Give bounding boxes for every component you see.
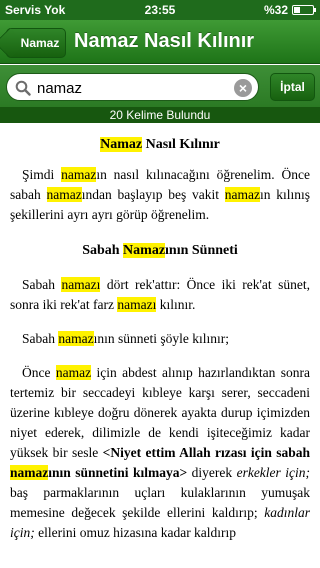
article-title: Namaz Nasıl Kılınır [10,135,310,155]
italic-text: erkekler için; [236,465,310,480]
back-button[interactable]: Namaz [6,28,66,58]
status-bar: Servis Yok 23:55 %32 [0,0,320,20]
search-highlight: namaz [55,365,92,380]
battery-fill [294,7,300,13]
text-run: Sabah [82,243,124,258]
paragraph: Sabah namazı dört rek'attır: Önce iki re… [10,275,310,315]
search-highlight: Namaz [123,243,166,258]
search-highlight: namaz [58,331,94,346]
search-highlight: namaz [46,187,82,202]
section-heading: Sabah Namazının Sünneti [10,241,310,261]
text-run: Şimdi [22,167,62,182]
back-button-label: Namaz [20,36,60,50]
bold-text: <Niyet ettim Allah rızası için sabah [102,445,310,460]
search-bar: × İptal [0,65,320,107]
clear-icon[interactable]: × [234,79,252,97]
paragraph: Sabah namazının sünneti şöyle kılınır; [10,329,310,349]
search-highlight: Namaz [100,137,143,152]
bold-text: ının sünnetini kılmaya> [48,465,188,480]
text-run: Önce [22,365,56,380]
battery-icon [292,5,316,15]
search-highlight: namaz [224,187,260,202]
search-highlight: namazı [61,277,101,292]
search-icon [15,80,31,96]
text-run: ının Sünneti [165,243,238,258]
text-run: diyerek [187,465,237,480]
results-count-banner: 20 Kelime Bulundu [0,107,320,123]
navigation-bar: Namaz Namaz Nasıl Kılınır [0,20,320,64]
paragraph: Önce namaz için abdest alınıp hazırlandı… [10,363,310,543]
page-title: Namaz Nasıl Kılınır [74,30,255,52]
cancel-button[interactable]: İptal [270,73,315,101]
search-input[interactable] [37,78,227,98]
title-text: Nasıl Kılınır [142,137,220,152]
paragraph: Şimdi namazın nasıl kılınacağını öğrenel… [10,165,310,225]
battery-percentage: %32 [263,3,288,17]
text-run: Sabah [22,331,59,346]
search-highlight: namaz [61,167,97,182]
search-highlight: namazı [117,297,157,312]
text-run: kılınır. [156,297,196,312]
search-field[interactable]: × [6,73,259,101]
text-run: ının sünneti şöyle kılınır; [93,331,229,346]
text-run: ellerini omuz hizasına kadar kaldırıp [34,525,237,540]
text-run: Sabah [22,277,62,292]
text-run: ından başlayıp beş vakit [81,187,225,202]
article-content: Namaz Nasıl Kılınır Şimdi namazın nasıl … [0,123,320,568]
search-highlight: namaz [10,465,49,480]
